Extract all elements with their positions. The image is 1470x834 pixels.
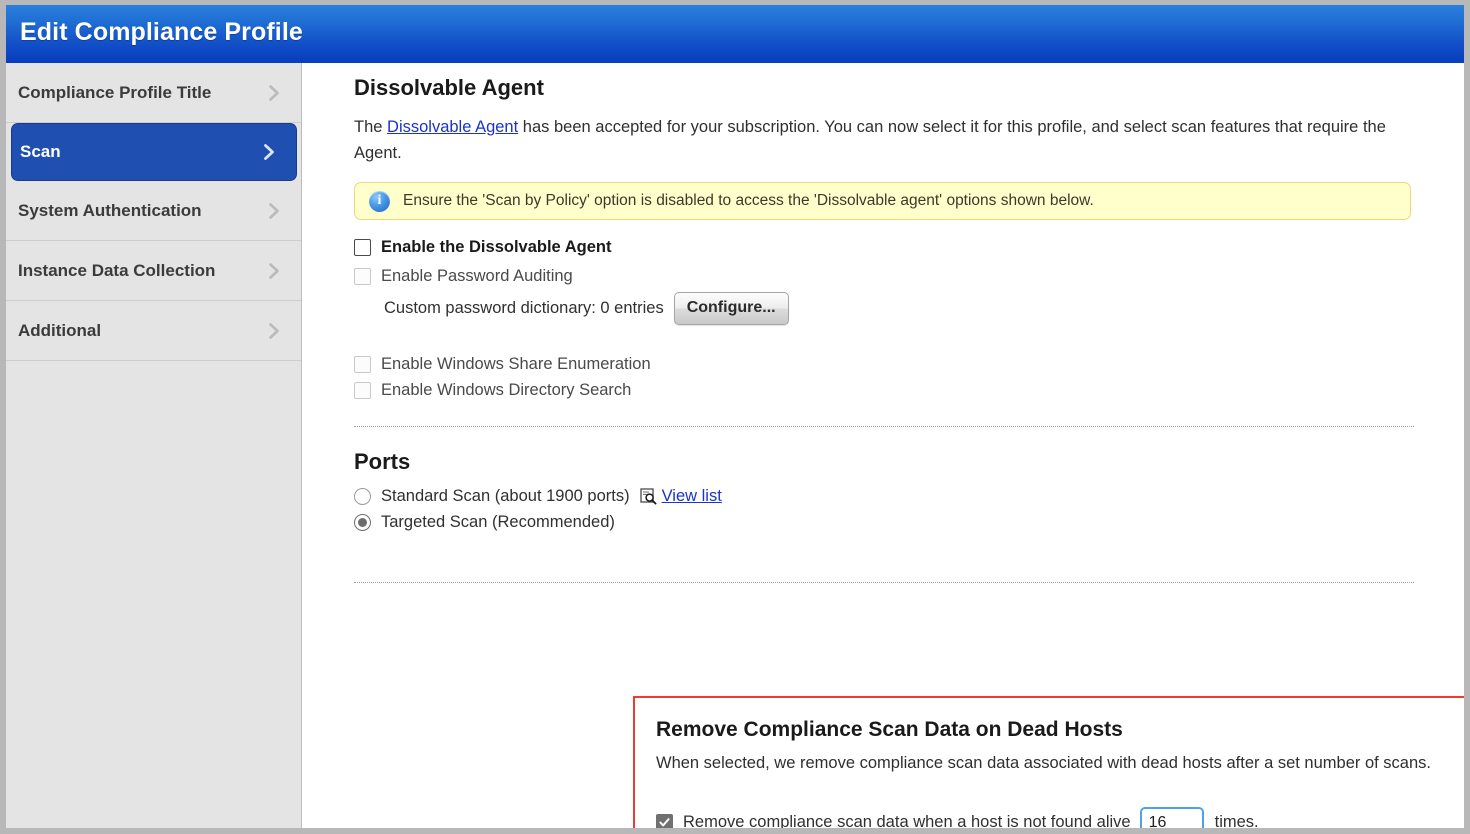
ports-heading: Ports [354, 449, 411, 475]
radio-row-targeted-scan[interactable]: Targeted Scan (Recommended) [354, 513, 1404, 532]
enable-password-auditing-label: Enable Password Auditing [381, 267, 573, 286]
password-dictionary-label: Custom password dictionary: 0 entries [384, 299, 664, 318]
checkbox-row-enable-windows-directory-search[interactable]: Enable Windows Directory Search [354, 381, 1404, 400]
chevron-right-icon [265, 84, 283, 102]
magnifier-preview-icon [639, 488, 657, 505]
dissolvable-agent-description: The Dissolvable Agent has been accepted … [354, 115, 1399, 166]
sidebar-item-instance-data-collection[interactable]: Instance Data Collection [6, 241, 301, 301]
window-body: Compliance Profile Title Scan System Aut… [6, 63, 1464, 831]
sidebar-item-label: Scan [20, 142, 61, 161]
password-dictionary-row: Custom password dictionary: 0 entries Co… [384, 292, 1404, 326]
checkbox-row-enable-windows-share-enumeration[interactable]: Enable Windows Share Enumeration [354, 355, 1404, 374]
page-title: Edit Compliance Profile [20, 18, 303, 46]
configure-button[interactable]: Configure... [673, 292, 789, 326]
remove-dead-host-data-label: Remove compliance scan data when a host … [683, 813, 1131, 831]
remove-dead-host-data-row[interactable]: Remove compliance scan data when a host … [656, 807, 1464, 831]
sidebar-nav: Compliance Profile Title Scan System Aut… [6, 63, 302, 828]
sidebar-item-label: System Authentication [18, 200, 202, 220]
enable-dissolvable-agent-checkbox[interactable] [354, 239, 371, 257]
enable-windows-share-enumeration-checkbox[interactable] [354, 356, 371, 374]
info-banner-text: Ensure the 'Scan by Policy' option is di… [403, 192, 1094, 210]
section-divider [354, 426, 1414, 428]
sidebar-item-compliance-profile-title[interactable]: Compliance Profile Title [6, 63, 301, 123]
standard-scan-radio[interactable] [354, 488, 371, 506]
targeted-scan-radio[interactable] [354, 514, 371, 532]
sidebar-item-system-authentication[interactable]: System Authentication [6, 181, 301, 241]
chevron-right-icon [265, 262, 283, 280]
dissolvable-agent-link[interactable]: Dissolvable Agent [387, 118, 518, 136]
enable-dissolvable-agent-label: Enable the Dissolvable Agent [381, 238, 612, 257]
dead-hosts-heading: Remove Compliance Scan Data on Dead Host… [656, 718, 1123, 741]
targeted-scan-label: Targeted Scan (Recommended) [381, 513, 615, 532]
remove-dead-host-data-section: Remove Compliance Scan Data on Dead Host… [633, 696, 1464, 831]
chevron-right-icon [265, 322, 283, 340]
dissolvable-agent-heading: Dissolvable Agent [354, 75, 544, 100]
desc-text-before: The [354, 118, 388, 136]
main-content: Dissolvable Agent The Dissolvable Agent … [302, 63, 1464, 831]
not-found-alive-count-input[interactable] [1139, 807, 1204, 828]
dead-hosts-description: When selected, we remove compliance scan… [656, 754, 1431, 772]
window-title-bar: Edit Compliance Profile [6, 5, 1464, 63]
view-list-group[interactable]: View list [639, 487, 722, 506]
info-icon: i [369, 190, 390, 212]
info-banner: i Ensure the 'Scan by Policy' option is … [354, 182, 1411, 221]
times-label: times. [1214, 813, 1259, 831]
remove-dead-host-data-checkbox[interactable] [656, 814, 673, 828]
view-list-link[interactable]: View list [662, 487, 722, 506]
edit-compliance-profile-window: Edit Compliance Profile Compliance Profi… [0, 0, 1470, 834]
sidebar-item-label: Additional [18, 320, 102, 340]
enable-windows-directory-search-checkbox[interactable] [354, 382, 371, 400]
chevron-right-icon [260, 143, 278, 161]
enable-windows-directory-search-label: Enable Windows Directory Search [381, 381, 632, 400]
chevron-right-icon [265, 202, 283, 220]
radio-row-standard-scan[interactable]: Standard Scan (about 1900 ports) View li… [354, 487, 1404, 506]
checkbox-row-enable-password-auditing[interactable]: Enable Password Auditing [354, 267, 1404, 286]
sidebar-item-label: Instance Data Collection [18, 260, 216, 280]
enable-password-auditing-checkbox[interactable] [354, 268, 371, 286]
section-divider-2 [354, 582, 1414, 584]
checkbox-row-enable-dissolvable-agent[interactable]: Enable the Dissolvable Agent [354, 238, 1404, 257]
sidebar-item-additional[interactable]: Additional [6, 301, 301, 361]
sidebar-item-label: Compliance Profile Title [18, 82, 212, 102]
standard-scan-label: Standard Scan (about 1900 ports) [381, 487, 630, 506]
sidebar-item-scan[interactable]: Scan [11, 123, 297, 181]
enable-windows-share-enumeration-label: Enable Windows Share Enumeration [381, 355, 651, 374]
